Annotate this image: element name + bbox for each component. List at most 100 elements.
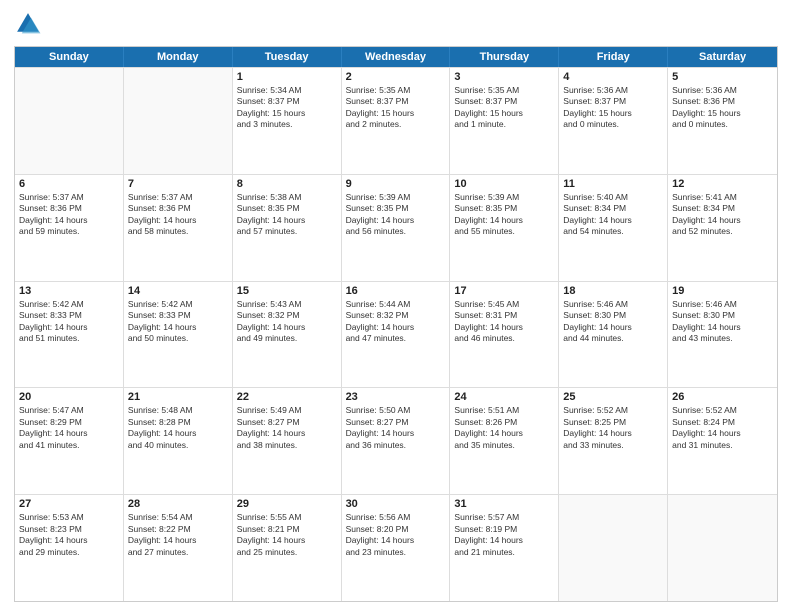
cal-cell: 20 Sunrise: 5:47 AM Sunset: 8:29 PM Dayli… xyxy=(15,388,124,494)
cell-info: Sunrise: 5:55 AM Sunset: 8:21 PM Dayligh… xyxy=(237,512,337,558)
day-number: 4 xyxy=(563,71,663,83)
cell-info: Sunrise: 5:52 AM Sunset: 8:24 PM Dayligh… xyxy=(672,405,773,451)
day-number: 20 xyxy=(19,391,119,403)
cal-cell: 3 Sunrise: 5:35 AM Sunset: 8:37 PM Daylig… xyxy=(450,68,559,174)
day-number: 25 xyxy=(563,391,663,403)
logo xyxy=(14,10,46,38)
header xyxy=(14,10,778,38)
day-number: 2 xyxy=(346,71,446,83)
cal-cell: 2 Sunrise: 5:35 AM Sunset: 8:37 PM Daylig… xyxy=(342,68,451,174)
cal-cell: 17 Sunrise: 5:45 AM Sunset: 8:31 PM Dayli… xyxy=(450,282,559,388)
cal-cell: 30 Sunrise: 5:56 AM Sunset: 8:20 PM Dayli… xyxy=(342,495,451,601)
day-number: 17 xyxy=(454,285,554,297)
logo-icon xyxy=(14,10,42,38)
day-number: 7 xyxy=(128,178,228,190)
day-number: 11 xyxy=(563,178,663,190)
calendar-body: 1 Sunrise: 5:34 AM Sunset: 8:37 PM Daylig… xyxy=(15,67,777,601)
day-number: 13 xyxy=(19,285,119,297)
header-day-saturday: Saturday xyxy=(668,47,777,67)
calendar-header: SundayMondayTuesdayWednesdayThursdayFrid… xyxy=(15,47,777,67)
cal-cell: 25 Sunrise: 5:52 AM Sunset: 8:25 PM Dayli… xyxy=(559,388,668,494)
cell-info: Sunrise: 5:44 AM Sunset: 8:32 PM Dayligh… xyxy=(346,299,446,345)
header-day-wednesday: Wednesday xyxy=(342,47,451,67)
cal-cell xyxy=(15,68,124,174)
day-number: 18 xyxy=(563,285,663,297)
cell-info: Sunrise: 5:41 AM Sunset: 8:34 PM Dayligh… xyxy=(672,192,773,238)
header-day-monday: Monday xyxy=(124,47,233,67)
cal-cell: 8 Sunrise: 5:38 AM Sunset: 8:35 PM Daylig… xyxy=(233,175,342,281)
cell-info: Sunrise: 5:40 AM Sunset: 8:34 PM Dayligh… xyxy=(563,192,663,238)
week-row-3: 13 Sunrise: 5:42 AM Sunset: 8:33 PM Dayli… xyxy=(15,281,777,388)
cell-info: Sunrise: 5:34 AM Sunset: 8:37 PM Dayligh… xyxy=(237,85,337,131)
day-number: 3 xyxy=(454,71,554,83)
cell-info: Sunrise: 5:37 AM Sunset: 8:36 PM Dayligh… xyxy=(128,192,228,238)
cell-info: Sunrise: 5:48 AM Sunset: 8:28 PM Dayligh… xyxy=(128,405,228,451)
cell-info: Sunrise: 5:50 AM Sunset: 8:27 PM Dayligh… xyxy=(346,405,446,451)
cal-cell xyxy=(124,68,233,174)
header-day-sunday: Sunday xyxy=(15,47,124,67)
day-number: 19 xyxy=(672,285,773,297)
cal-cell: 26Sunrise: 5:52 AM Sunset: 8:24 PM Dayli… xyxy=(668,388,777,494)
cal-cell: 6 Sunrise: 5:37 AM Sunset: 8:36 PM Daylig… xyxy=(15,175,124,281)
cal-cell xyxy=(559,495,668,601)
cell-info: Sunrise: 5:37 AM Sunset: 8:36 PM Dayligh… xyxy=(19,192,119,238)
cell-info: Sunrise: 5:45 AM Sunset: 8:31 PM Dayligh… xyxy=(454,299,554,345)
day-number: 12 xyxy=(672,178,773,190)
day-number: 30 xyxy=(346,498,446,510)
cell-info: Sunrise: 5:49 AM Sunset: 8:27 PM Dayligh… xyxy=(237,405,337,451)
day-number: 16 xyxy=(346,285,446,297)
cal-cell: 15Sunrise: 5:43 AM Sunset: 8:32 PM Dayli… xyxy=(233,282,342,388)
cell-info: Sunrise: 5:42 AM Sunset: 8:33 PM Dayligh… xyxy=(19,299,119,345)
day-number: 1 xyxy=(237,71,337,83)
cell-info: Sunrise: 5:39 AM Sunset: 8:35 PM Dayligh… xyxy=(346,192,446,238)
day-number: 9 xyxy=(346,178,446,190)
day-number: 21 xyxy=(128,391,228,403)
cell-info: Sunrise: 5:36 AM Sunset: 8:37 PM Dayligh… xyxy=(563,85,663,131)
cell-info: Sunrise: 5:36 AM Sunset: 8:36 PM Dayligh… xyxy=(672,85,773,131)
cal-cell: 18 Sunrise: 5:46 AM Sunset: 8:30 PM Dayli… xyxy=(559,282,668,388)
cal-cell: 23Sunrise: 5:50 AM Sunset: 8:27 PM Dayli… xyxy=(342,388,451,494)
cell-info: Sunrise: 5:53 AM Sunset: 8:23 PM Dayligh… xyxy=(19,512,119,558)
cell-info: Sunrise: 5:38 AM Sunset: 8:35 PM Dayligh… xyxy=(237,192,337,238)
cell-info: Sunrise: 5:46 AM Sunset: 8:30 PM Dayligh… xyxy=(563,299,663,345)
day-number: 29 xyxy=(237,498,337,510)
cal-cell: 21 Sunrise: 5:48 AM Sunset: 8:28 PM Dayli… xyxy=(124,388,233,494)
day-number: 27 xyxy=(19,498,119,510)
calendar: SundayMondayTuesdayWednesdayThursdayFrid… xyxy=(14,46,778,602)
week-row-1: 1 Sunrise: 5:34 AM Sunset: 8:37 PM Daylig… xyxy=(15,67,777,174)
cell-info: Sunrise: 5:35 AM Sunset: 8:37 PM Dayligh… xyxy=(454,85,554,131)
page: SundayMondayTuesdayWednesdayThursdayFrid… xyxy=(0,0,792,612)
day-number: 31 xyxy=(454,498,554,510)
cal-cell xyxy=(668,495,777,601)
cal-cell: 10 Sunrise: 5:39 AM Sunset: 8:35 PM Dayli… xyxy=(450,175,559,281)
header-day-thursday: Thursday xyxy=(450,47,559,67)
day-number: 6 xyxy=(19,178,119,190)
cal-cell: 24Sunrise: 5:51 AM Sunset: 8:26 PM Dayli… xyxy=(450,388,559,494)
day-number: 28 xyxy=(128,498,228,510)
cell-info: Sunrise: 5:57 AM Sunset: 8:19 PM Dayligh… xyxy=(454,512,554,558)
cal-cell: 13 Sunrise: 5:42 AM Sunset: 8:33 PM Dayli… xyxy=(15,282,124,388)
cell-info: Sunrise: 5:42 AM Sunset: 8:33 PM Dayligh… xyxy=(128,299,228,345)
cal-cell: 29 Sunrise: 5:55 AM Sunset: 8:21 PM Dayli… xyxy=(233,495,342,601)
week-row-4: 20 Sunrise: 5:47 AM Sunset: 8:29 PM Dayli… xyxy=(15,387,777,494)
cell-info: Sunrise: 5:47 AM Sunset: 8:29 PM Dayligh… xyxy=(19,405,119,451)
cal-cell: 5Sunrise: 5:36 AM Sunset: 8:36 PM Daylig… xyxy=(668,68,777,174)
day-number: 10 xyxy=(454,178,554,190)
cell-info: Sunrise: 5:52 AM Sunset: 8:25 PM Dayligh… xyxy=(563,405,663,451)
day-number: 8 xyxy=(237,178,337,190)
cal-cell: 4 Sunrise: 5:36 AM Sunset: 8:37 PM Daylig… xyxy=(559,68,668,174)
cal-cell: 9 Sunrise: 5:39 AM Sunset: 8:35 PM Daylig… xyxy=(342,175,451,281)
cell-info: Sunrise: 5:56 AM Sunset: 8:20 PM Dayligh… xyxy=(346,512,446,558)
day-number: 14 xyxy=(128,285,228,297)
cal-cell: 22 Sunrise: 5:49 AM Sunset: 8:27 PM Dayli… xyxy=(233,388,342,494)
day-number: 22 xyxy=(237,391,337,403)
cal-cell: 11 Sunrise: 5:40 AM Sunset: 8:34 PM Dayli… xyxy=(559,175,668,281)
cal-cell: 28 Sunrise: 5:54 AM Sunset: 8:22 PM Dayli… xyxy=(124,495,233,601)
cal-cell: 1 Sunrise: 5:34 AM Sunset: 8:37 PM Daylig… xyxy=(233,68,342,174)
cell-info: Sunrise: 5:54 AM Sunset: 8:22 PM Dayligh… xyxy=(128,512,228,558)
cal-cell: 31 Sunrise: 5:57 AM Sunset: 8:19 PM Dayli… xyxy=(450,495,559,601)
header-day-friday: Friday xyxy=(559,47,668,67)
cell-info: Sunrise: 5:35 AM Sunset: 8:37 PM Dayligh… xyxy=(346,85,446,131)
cell-info: Sunrise: 5:39 AM Sunset: 8:35 PM Dayligh… xyxy=(454,192,554,238)
cell-info: Sunrise: 5:51 AM Sunset: 8:26 PM Dayligh… xyxy=(454,405,554,451)
